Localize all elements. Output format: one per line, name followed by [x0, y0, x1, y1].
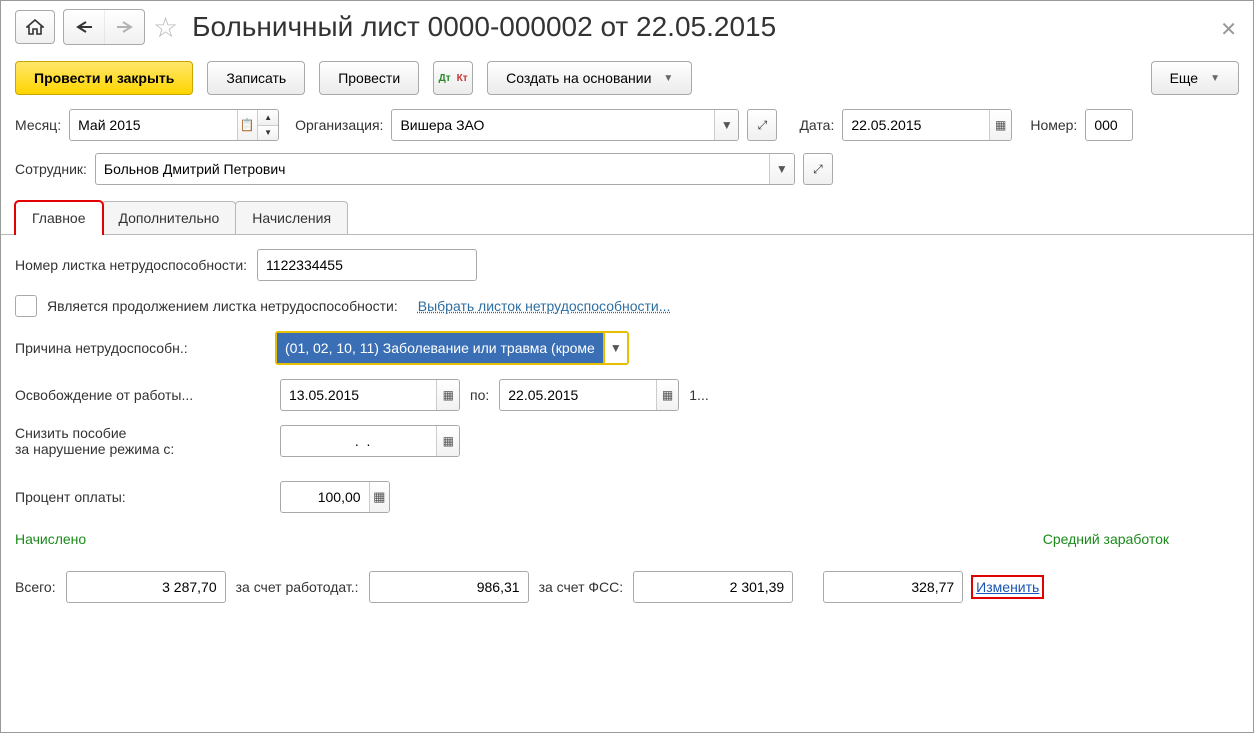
release-to-label: по: — [470, 387, 489, 403]
continuation-checkbox[interactable] — [15, 295, 37, 317]
save-button[interactable]: Записать — [207, 61, 305, 95]
release-to-group: ▦ — [499, 379, 679, 411]
total-label: Всего: — [15, 579, 56, 595]
fss-input-group — [633, 571, 793, 603]
post-button[interactable]: Провести — [319, 61, 419, 95]
employee-input-group: ▼ — [95, 153, 795, 185]
org-open-button[interactable]: ⤢ — [747, 109, 777, 141]
release-from-input[interactable] — [281, 380, 436, 410]
month-spin-up[interactable]: ▲ — [258, 110, 278, 125]
employer-input-group — [369, 571, 529, 603]
reduce-label-2: за нарушение режима с: — [15, 441, 270, 457]
percent-calc-icon[interactable]: ▦ — [369, 482, 389, 512]
accrued-header: Начислено — [15, 531, 86, 547]
cause-select[interactable]: (01, 02, 10, 11) Заболевание или травма … — [275, 331, 629, 365]
fss-input[interactable] — [634, 572, 792, 602]
org-input-group: ▼ — [391, 109, 739, 141]
month-input[interactable] — [70, 110, 236, 140]
employer-input[interactable] — [370, 572, 528, 602]
number-input[interactable] — [1086, 110, 1132, 140]
month-input-group: 📋 ▲ ▼ — [69, 109, 279, 141]
sick-number-input[interactable] — [258, 250, 476, 280]
tab-main[interactable]: Главное — [15, 201, 103, 234]
org-label: Организация: — [295, 117, 383, 133]
cause-dropdown-icon[interactable]: ▼ — [603, 333, 627, 363]
org-dropdown-icon[interactable]: ▼ — [714, 110, 738, 140]
avg-input[interactable] — [824, 572, 962, 602]
date-input-group: ▦ — [842, 109, 1012, 141]
release-from-calendar-icon[interactable]: ▦ — [436, 380, 459, 410]
percent-input-group: ▦ — [280, 481, 390, 513]
date-calendar-icon[interactable]: ▦ — [989, 110, 1011, 140]
nav-forward-button[interactable] — [104, 10, 144, 44]
release-days: 1... — [689, 387, 708, 403]
sick-number-input-group — [257, 249, 477, 281]
close-icon[interactable]: ✕ — [1220, 17, 1237, 42]
percent-input[interactable] — [281, 482, 369, 512]
cause-value: (01, 02, 10, 11) Заболевание или травма … — [277, 333, 603, 363]
nav-back-button[interactable] — [64, 10, 104, 44]
fss-label: за счет ФСС: — [539, 579, 624, 595]
continuation-label: Является продолжением листка нетрудоспос… — [47, 298, 398, 314]
total-input-group — [66, 571, 226, 603]
tabs: Главное Дополнительно Начисления — [1, 191, 1253, 235]
reduce-label-1: Снизить пособие — [15, 425, 270, 441]
tab-accruals[interactable]: Начисления — [235, 201, 348, 234]
total-input[interactable] — [67, 572, 225, 602]
release-to-input[interactable] — [500, 380, 655, 410]
reduce-date-input[interactable] — [281, 426, 436, 456]
date-input[interactable] — [843, 110, 989, 140]
document-title: Больничный лист 0000-000002 от 22.05.201… — [192, 11, 776, 43]
release-to-calendar-icon[interactable]: ▦ — [656, 380, 679, 410]
select-previous-sheet-link[interactable]: Выбрать листок нетрудоспособности... — [418, 298, 671, 314]
date-label: Дата: — [799, 117, 834, 133]
release-label: Освобождение от работы... — [15, 387, 270, 403]
post-and-close-button[interactable]: Провести и закрыть — [15, 61, 193, 95]
release-from-group: ▦ — [280, 379, 460, 411]
number-label: Номер: — [1030, 117, 1077, 133]
month-label: Месяц: — [15, 117, 61, 133]
avg-header: Средний заработок — [1043, 531, 1169, 547]
avg-input-group — [823, 571, 963, 603]
employee-label: Сотрудник: — [15, 161, 87, 177]
favorite-star-icon[interactable]: ☆ — [153, 11, 178, 44]
employee-open-button[interactable]: ⤢ — [803, 153, 833, 185]
month-spinner: ▲ ▼ — [257, 110, 278, 140]
percent-label: Процент оплаты: — [15, 489, 270, 505]
number-input-group — [1085, 109, 1133, 141]
home-button[interactable] — [15, 10, 55, 44]
nav-back-forward — [63, 9, 145, 45]
employee-dropdown-icon[interactable]: ▼ — [769, 154, 794, 184]
employee-input[interactable] — [96, 154, 769, 184]
more-button[interactable]: Еще▼ — [1151, 61, 1239, 95]
create-based-on-button[interactable]: Создать на основании▼ — [487, 61, 692, 95]
sick-number-label: Номер листка нетрудоспособности: — [15, 257, 247, 273]
change-avg-link[interactable]: Изменить — [973, 577, 1042, 597]
month-picker-icon[interactable]: 📋 — [237, 110, 258, 140]
tab-additional[interactable]: Дополнительно — [102, 201, 237, 234]
month-spin-down[interactable]: ▼ — [258, 125, 278, 140]
dtkt-button[interactable]: ДтКт — [433, 61, 473, 95]
reduce-date-group: ▦ — [280, 425, 460, 457]
cause-label: Причина нетрудоспособн.: — [15, 340, 265, 356]
reduce-calendar-icon[interactable]: ▦ — [436, 426, 459, 456]
employer-label: за счет работодат.: — [236, 579, 359, 595]
org-input[interactable] — [392, 110, 714, 140]
